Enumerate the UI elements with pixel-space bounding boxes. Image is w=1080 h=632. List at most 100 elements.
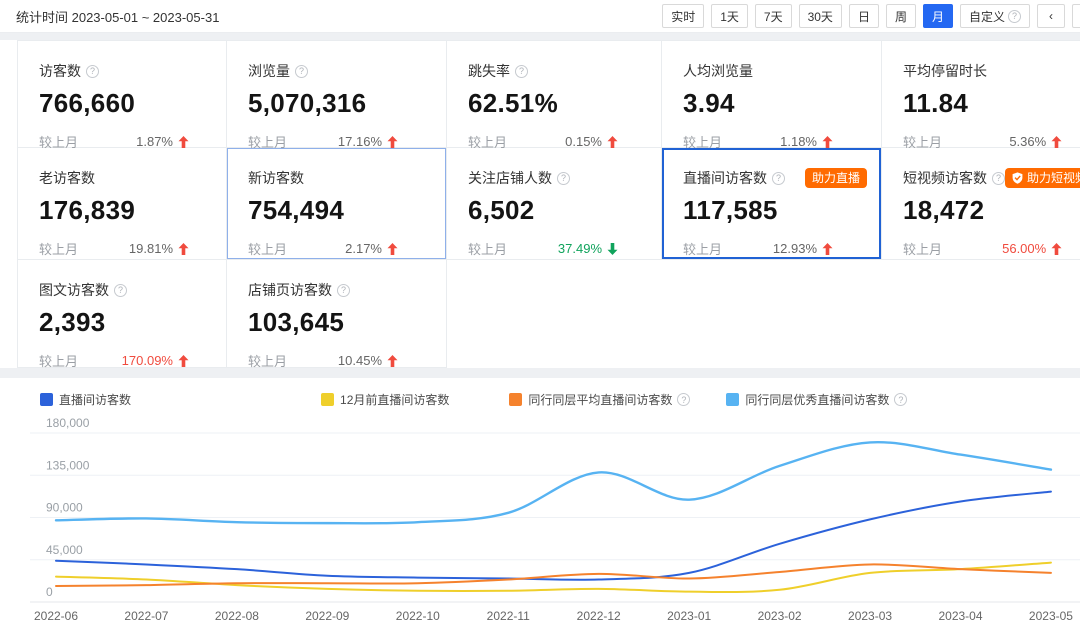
metric-card-9[interactable]: 直播间访客数 ? 助力直播 117,585 较上月 12.93% <box>662 148 882 260</box>
metric-value: 18,472 <box>903 195 1080 226</box>
help-icon: ? <box>1008 10 1021 23</box>
help-icon[interactable]: ? <box>515 65 528 78</box>
stat-date-range: 统计时间 2023-05-01 ~ 2023-05-31 <box>16 7 219 26</box>
legend-item-2[interactable]: 12月前直播间访客数 <box>321 391 449 408</box>
trend-up-icon <box>822 136 833 148</box>
range-button-2[interactable]: 1天 <box>711 4 748 28</box>
legend-label: 12月前直播间访客数 <box>340 391 449 408</box>
promo-badge[interactable]: 助力短视频 <box>1005 168 1080 188</box>
metric-title: 关注店铺人数 <box>468 168 552 188</box>
trend-up-icon <box>387 355 398 367</box>
metric-card-11[interactable]: 图文访客数 ? 2,393 较上月 170.09% <box>17 260 227 368</box>
help-icon[interactable]: ? <box>86 65 99 78</box>
change-percent: 10.45% <box>338 353 382 368</box>
metric-card-3[interactable]: 跳失率 ? 62.51% 较上月 0.15% <box>447 40 662 148</box>
metric-card-4[interactable]: 人均浏览量 3.94 较上月 1.18% <box>662 40 882 148</box>
metric-value: 62.51% <box>468 88 647 119</box>
metric-card-10[interactable]: 短视频访客数 ? 助力短视频 › 18,472 较上月 56.00% <box>882 148 1080 260</box>
compare-label: 较上月 <box>39 351 78 370</box>
help-icon[interactable]: ? <box>114 284 127 297</box>
series-line-4[interactable] <box>56 442 1051 523</box>
x-tick-label: 2023-03 <box>848 609 892 623</box>
change-percent: 37.49% <box>558 241 602 256</box>
metric-card-1[interactable]: 访客数 ? 766,660 较上月 1.87% <box>17 40 227 148</box>
legend-swatch <box>40 393 53 406</box>
line-chart[interactable]: 045,00090,000135,000180,0002022-062022-0… <box>0 410 1080 632</box>
change-percent: 2.17% <box>345 241 382 256</box>
trend-down-icon <box>607 243 618 255</box>
trend-chart-panel: 直播间访客数12月前直播间访客数同行同层平均直播间访客数?同行同层优秀直播间访客… <box>0 378 1080 632</box>
metric-value: 754,494 <box>248 195 432 226</box>
metric-title: 老访客数 <box>39 168 95 188</box>
metric-title: 短视频访客数 <box>903 168 987 188</box>
metric-value: 117,585 <box>683 195 867 226</box>
compare-label: 较上月 <box>468 239 507 258</box>
analytics-dashboard: 统计时间 2023-05-01 ~ 2023-05-31 实时 1天 7天 30天日周… <box>0 0 1080 632</box>
x-tick-label: 2022-12 <box>577 609 621 623</box>
range-button-6[interactable]: 周 <box>886 4 916 28</box>
range-button-5[interactable]: 日 <box>849 4 879 28</box>
change-percent: 19.81% <box>129 241 173 256</box>
metric-title: 图文访客数 <box>39 280 109 300</box>
range-button-7[interactable]: 月 <box>923 4 953 28</box>
metric-title: 店铺页访客数 <box>248 280 332 300</box>
legend-item-1[interactable]: 直播间访客数 <box>40 391 131 408</box>
legend-label: 同行同层平均直播间访客数 <box>528 391 672 408</box>
metric-card-7[interactable]: 新访客数 754,494 较上月 2.17% <box>227 148 447 260</box>
trend-up-icon <box>1051 243 1062 255</box>
change-percent: 12.93% <box>773 241 817 256</box>
range-button-3[interactable]: 7天 <box>755 4 792 28</box>
x-tick-label: 2023-05 <box>1029 609 1073 623</box>
legend-label: 直播间访客数 <box>59 391 131 408</box>
help-icon[interactable]: ? <box>772 172 785 185</box>
date-range-controls: 实时 1天 7天 30天日周月自定义? ‹ <box>662 4 1080 28</box>
trend-up-icon <box>1051 136 1062 148</box>
trend-up-icon <box>178 136 189 148</box>
metric-value: 766,660 <box>39 88 212 119</box>
help-icon[interactable]: ? <box>337 284 350 297</box>
change-percent: 0.15% <box>565 134 602 149</box>
legend-label: 同行同层优秀直播间访客数 <box>745 391 889 408</box>
metric-card-2[interactable]: 浏览量 ? 5,070,316 较上月 17.16% <box>227 40 447 148</box>
trend-up-icon <box>178 355 189 367</box>
shield-check-icon <box>1012 172 1023 184</box>
x-tick-label: 2022-06 <box>34 609 78 623</box>
range-button-1[interactable]: 实时 <box>662 4 704 28</box>
x-tick-label: 2023-02 <box>758 609 802 623</box>
help-icon[interactable]: ? <box>992 172 1005 185</box>
prev-period-button[interactable]: ‹ <box>1037 4 1065 28</box>
legend-item-3[interactable]: 同行同层平均直播间访客数? <box>509 391 690 408</box>
metric-card-5[interactable]: 平均停留时长 11.84 较上月 5.36% <box>882 40 1080 148</box>
legend-swatch <box>321 393 334 406</box>
x-tick-label: 2022-10 <box>396 609 440 623</box>
help-icon[interactable]: ? <box>295 65 308 78</box>
compare-label: 较上月 <box>248 239 287 258</box>
next-period-button-clipped[interactable] <box>1072 4 1080 28</box>
help-icon[interactable]: ? <box>557 172 570 185</box>
change-percent: 5.36% <box>1009 134 1046 149</box>
metric-value: 5,070,316 <box>248 88 432 119</box>
range-button-4[interactable]: 30天 <box>799 4 842 28</box>
x-tick-label: 2022-11 <box>487 609 530 623</box>
metric-card-6[interactable]: 老访客数 176,839 较上月 19.81% <box>17 148 227 260</box>
help-icon[interactable]: ? <box>677 393 690 406</box>
series-line-1[interactable] <box>56 492 1051 580</box>
range-button-8[interactable]: 自定义? <box>960 4 1030 28</box>
trend-up-icon <box>178 243 189 255</box>
metric-cards-panel: 访客数 ? 766,660 较上月 1.87% 浏览量 ? 5,070,316 … <box>0 40 1080 368</box>
legend-item-4[interactable]: 同行同层优秀直播间访客数? <box>726 391 907 408</box>
x-tick-label: 2023-04 <box>938 609 982 623</box>
empty-grid-cell <box>662 260 882 368</box>
promo-badge[interactable]: 助力直播 <box>805 168 867 188</box>
metric-title: 跳失率 <box>468 61 510 81</box>
metric-title: 新访客数 <box>248 168 304 188</box>
metric-card-8[interactable]: 关注店铺人数 ? 6,502 较上月 37.49% <box>447 148 662 260</box>
metric-title: 浏览量 <box>248 61 290 81</box>
x-tick-label: 2023-01 <box>667 609 711 623</box>
help-icon[interactable]: ? <box>894 393 907 406</box>
y-tick-label: 135,000 <box>46 458 90 472</box>
metric-card-12[interactable]: 店铺页访客数 ? 103,645 较上月 10.45% <box>227 260 447 368</box>
compare-label: 较上月 <box>248 351 287 370</box>
x-tick-label: 2022-08 <box>215 609 259 623</box>
change-percent: 1.18% <box>780 134 817 149</box>
